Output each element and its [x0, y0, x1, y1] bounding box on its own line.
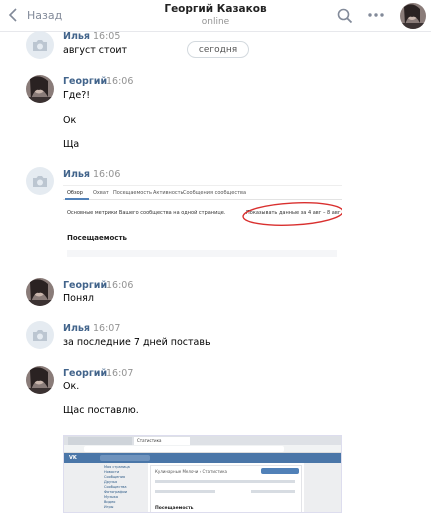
search-icon[interactable]: [337, 8, 353, 24]
page-margin: [304, 463, 341, 512]
browser-tab: Статистика: [134, 437, 190, 445]
message-text: Понял: [63, 293, 94, 304]
more-options-icon[interactable]: [367, 10, 385, 20]
sender-avatar[interactable]: [26, 321, 54, 349]
screenshot-attachment[interactable]: Обзор Охват Посещаемость Активность Сооб…: [63, 185, 342, 257]
stats-caption: Основные метрики Вашего сообщества на од…: [67, 210, 226, 216]
camera-icon: [33, 175, 47, 187]
message-text: август стоит: [63, 45, 128, 56]
date-divider: сегодня: [187, 41, 249, 58]
screenshot-attachment[interactable]: Статистика VK Моя страница Новости Сообщ…: [63, 435, 342, 513]
sender-name[interactable]: Илья: [63, 323, 90, 334]
sender-name[interactable]: Георгий: [63, 280, 107, 291]
section-title: Посещаемость: [155, 506, 194, 511]
url-field: [84, 446, 284, 452]
sender-avatar[interactable]: [26, 167, 54, 195]
sender-avatar[interactable]: [26, 75, 54, 103]
contact-status: online: [201, 17, 230, 27]
stats-tab: Обзор: [67, 190, 83, 196]
message-text: Ща: [63, 139, 80, 150]
breadcrumb: Кулинарные Мелочи › Статистика: [155, 469, 227, 474]
message-time: 16:06: [106, 76, 134, 87]
message-text: Где?!: [63, 90, 91, 101]
message-time: 16:06: [106, 280, 134, 291]
address-bar: [64, 445, 341, 453]
vk-side-menu: Моя страница Новости Сообщения Друзья Со…: [100, 463, 148, 512]
sender-avatar[interactable]: [26, 31, 54, 59]
message-time: 16:05: [93, 31, 121, 42]
message-time: 16:07: [106, 368, 134, 379]
back-label: Назад: [27, 8, 63, 22]
stats-tab: Сообщения сообщества: [183, 190, 247, 196]
sender-avatar[interactable]: [26, 278, 54, 306]
camera-icon: [33, 329, 47, 341]
tab-row: [155, 480, 295, 483]
message-text: Ок.: [63, 381, 80, 392]
section-title: Посещаемость: [67, 234, 127, 242]
sender-name[interactable]: Илья: [63, 31, 90, 42]
contact-avatar[interactable]: [400, 3, 426, 29]
chat-title[interactable]: Георгий Казаков online: [150, 3, 281, 28]
sender-name[interactable]: Георгий: [63, 76, 107, 87]
sender-avatar[interactable]: [26, 366, 54, 394]
vk-logo: VK: [69, 455, 77, 461]
highlight-circle: [242, 202, 342, 226]
stats-cards: [67, 250, 337, 257]
active-tab-indicator: [65, 198, 89, 200]
message-text: Щас поставлю.: [63, 405, 139, 416]
chat-header: Назад Георгий Казаков online: [0, 0, 431, 32]
message-time: 16:07: [93, 323, 121, 334]
sender-name[interactable]: Илья: [63, 169, 90, 180]
message-text: Ок: [63, 115, 77, 126]
vk-top-bar: VK: [64, 453, 341, 463]
contact-name: Георгий Казаков: [164, 3, 267, 15]
stats-tab: Охват: [93, 190, 109, 196]
browser-tab: [68, 437, 132, 445]
browser-tabs: Статистика: [64, 436, 341, 445]
vk-search-field: [100, 455, 150, 461]
chevron-left-icon: [8, 8, 17, 22]
side-menu-item: Игры: [104, 505, 114, 509]
stats-tab: Активность: [153, 190, 184, 196]
page-margin: [64, 463, 100, 512]
stats-tabs: Обзор Охват Посещаемость Активность Сооб…: [63, 186, 342, 200]
stats-tab: Посещаемость: [113, 190, 152, 196]
back-button[interactable]: Назад: [8, 5, 62, 25]
stats-panel: Кулинарные Мелочи › Статистика Посещаемо…: [150, 465, 302, 512]
sender-name[interactable]: Георгий: [63, 368, 107, 379]
caption-line: [155, 490, 215, 493]
message-time: 16:06: [93, 169, 121, 180]
camera-icon: [33, 39, 47, 51]
action-button: [261, 468, 299, 474]
message-text: за последние 7 дней поставь: [63, 337, 211, 348]
range-line: [251, 490, 295, 493]
